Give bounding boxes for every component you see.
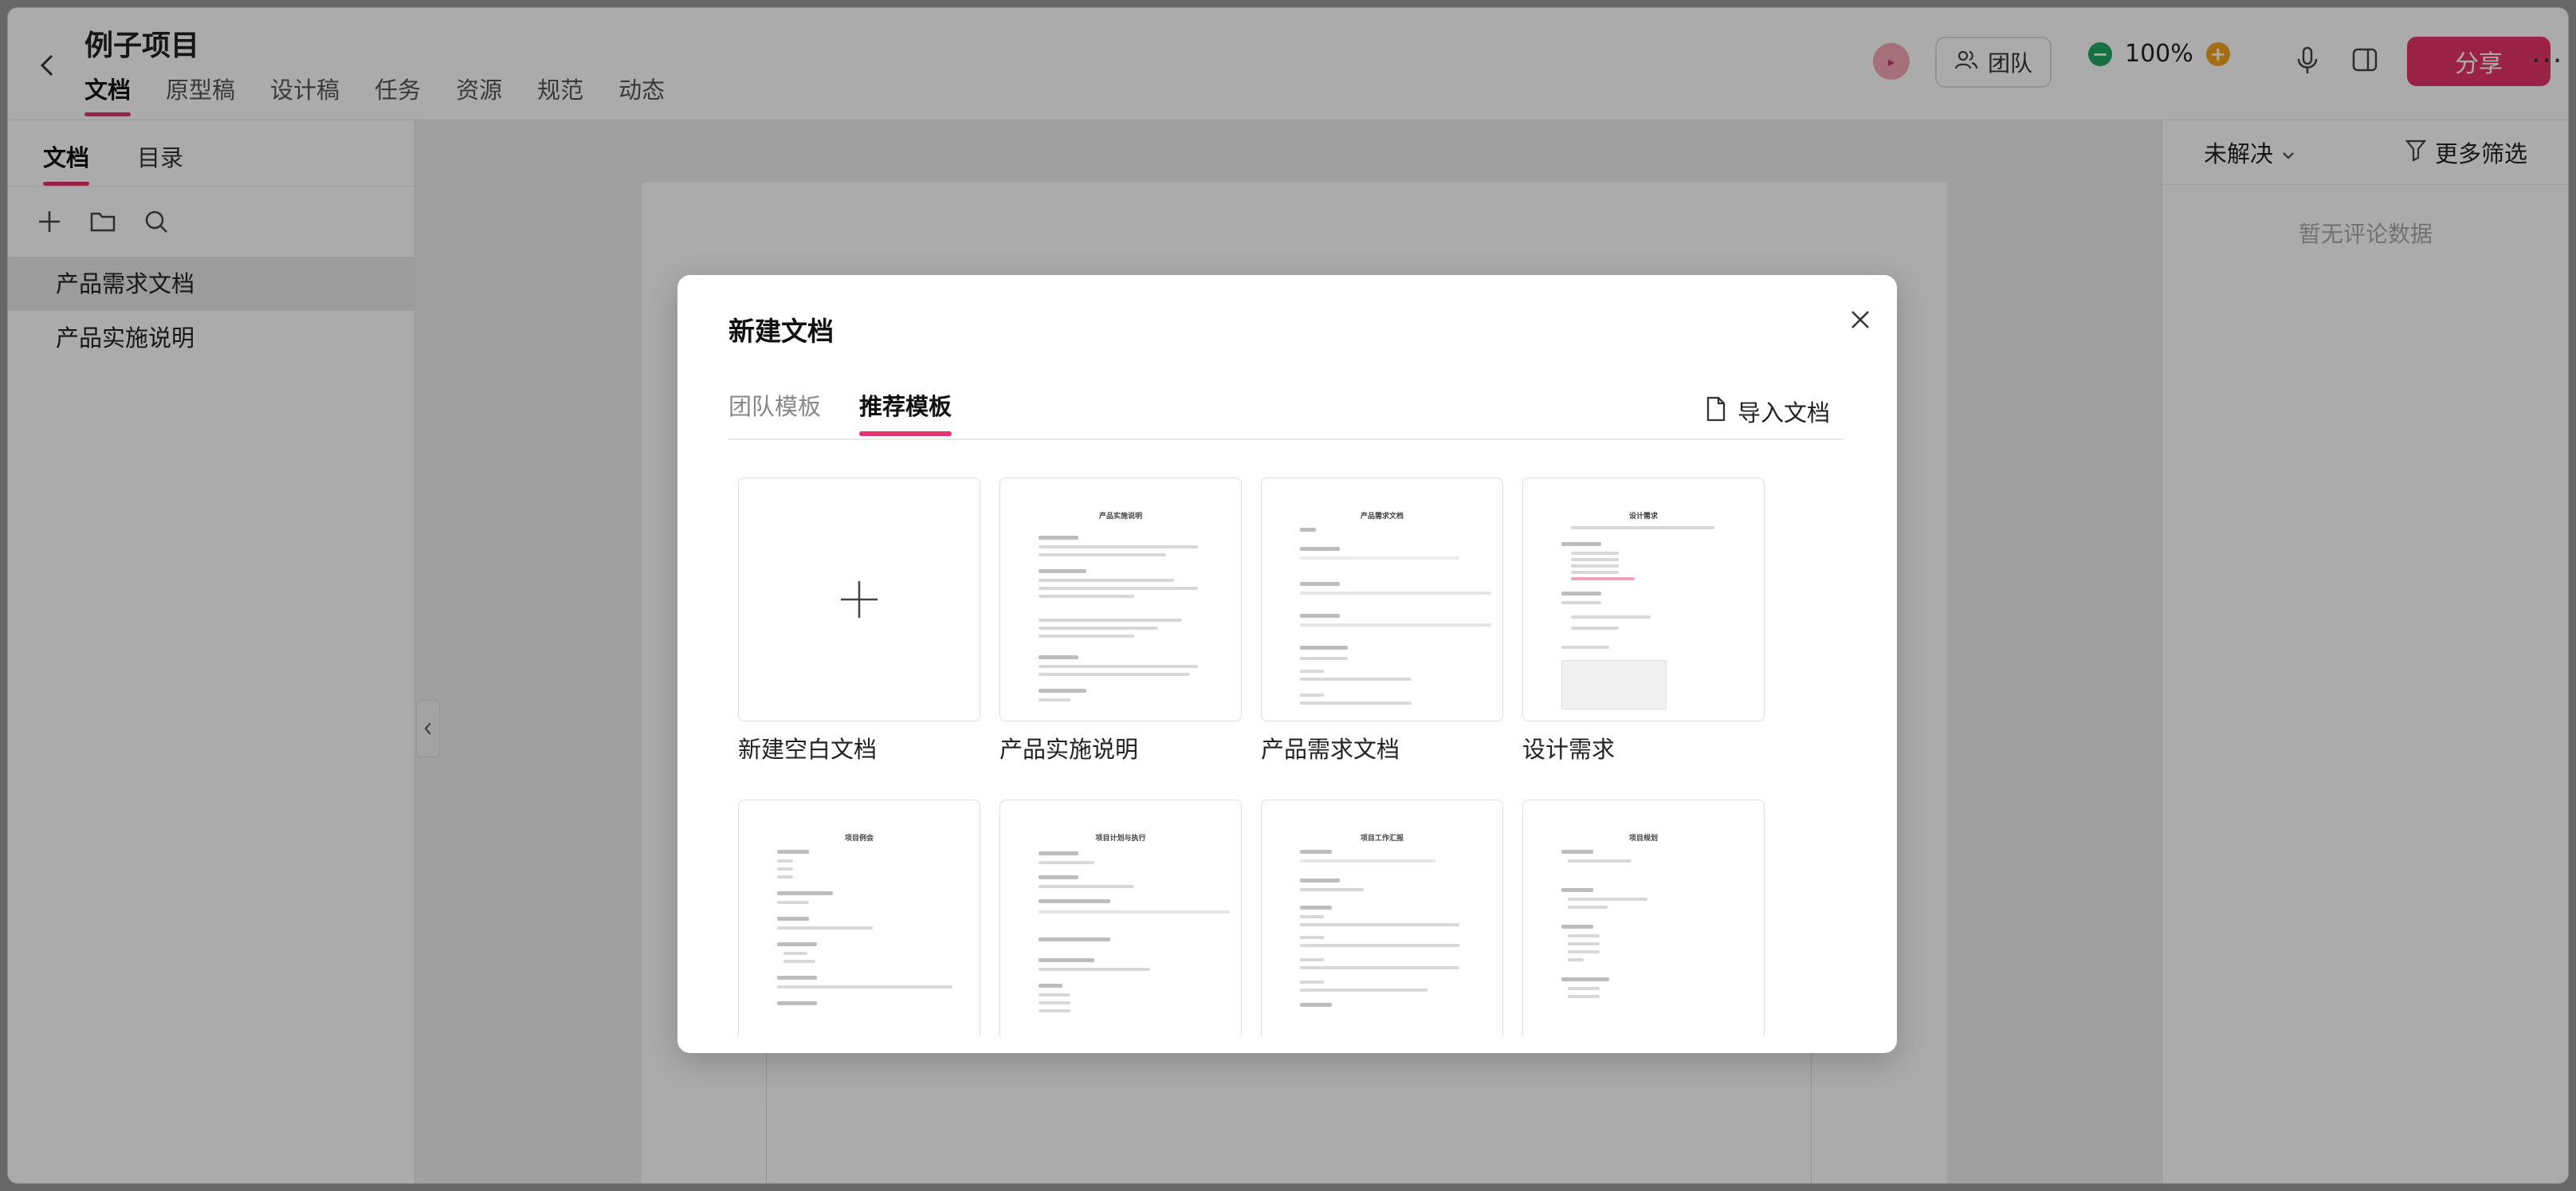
tab-team-templates[interactable]: 团队模板 xyxy=(728,388,821,436)
template-label: 设计需求 xyxy=(1522,736,1616,763)
template-thumbnail: 产品需求文档 xyxy=(1261,478,1503,721)
tabs-divider xyxy=(728,438,1844,440)
template-card-implementation[interactable]: 产品实施说明 产品实施说明 xyxy=(999,478,1242,765)
dialog-title: 新建文档 xyxy=(728,316,834,347)
template-thumbnail: 设计需求 xyxy=(1522,478,1765,721)
template-label: 产品实施说明 xyxy=(999,736,1139,763)
thumbnail-title: 项目计划与执行 xyxy=(1095,835,1146,843)
template-thumbnail: 项目工作汇报 xyxy=(1261,800,1503,1036)
template-tabs: 团队模板 推荐模板 xyxy=(728,388,952,436)
template-card-design[interactable]: 设计需求 设计需求 xyxy=(1522,478,1765,765)
template-thumbnail: 项目规划 xyxy=(1522,800,1765,1036)
thumbnail-title: 项目工作汇报 xyxy=(1360,835,1404,843)
template-thumbnail: 项目计划与执行 xyxy=(999,800,1242,1036)
template-label: 新建空白文档 xyxy=(738,736,878,763)
template-label: 产品需求文档 xyxy=(1261,736,1400,763)
template-card-plan-execution[interactable]: 项目计划与执行 xyxy=(999,800,1242,1036)
template-card-meeting[interactable]: 项目例会 xyxy=(738,800,980,1036)
thumbnail-title: 项目例会 xyxy=(844,835,874,843)
thumbnail-title: 产品实施说明 xyxy=(1098,513,1142,521)
import-label: 导入文档 xyxy=(1738,399,1831,426)
thumbnail-title: 产品需求文档 xyxy=(1360,513,1404,521)
tab-recommended-templates[interactable]: 推荐模板 xyxy=(859,388,952,436)
template-card-project-plan[interactable]: 项目规划 xyxy=(1522,800,1765,1036)
template-thumbnail: 项目例会 xyxy=(738,800,980,1036)
thumbnail-title: 项目规划 xyxy=(1628,835,1658,843)
document-icon xyxy=(1706,396,1726,427)
new-document-dialog: 新建文档 团队模板 推荐模板 导入文档 新建空白文档 产品实施说明 产品实施说明… xyxy=(677,275,1897,1053)
template-card-blank[interactable]: 新建空白文档 xyxy=(738,478,980,765)
plus-icon xyxy=(739,478,980,721)
import-document-button[interactable]: 导入文档 xyxy=(1706,395,1830,428)
thumbnail-title: 设计需求 xyxy=(1628,513,1658,521)
template-card-work-report[interactable]: 项目工作汇报 xyxy=(1261,800,1503,1036)
template-thumbnail xyxy=(738,478,980,721)
template-grid: 新建空白文档 产品实施说明 产品实施说明 产品需求文档 产品需求文档 设计需求 … xyxy=(738,478,1854,1036)
template-card-prd[interactable]: 产品需求文档 产品需求文档 xyxy=(1261,478,1503,765)
template-thumbnail: 产品实施说明 xyxy=(999,478,1242,721)
close-icon[interactable] xyxy=(1844,304,1876,336)
